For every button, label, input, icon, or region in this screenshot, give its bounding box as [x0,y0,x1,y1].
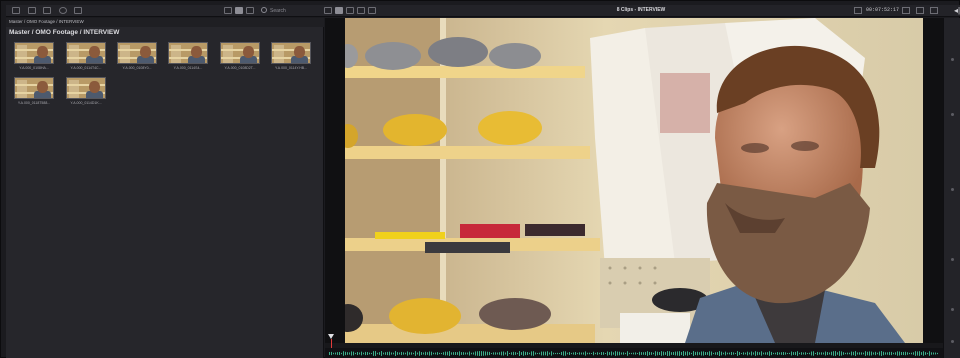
meter-dot [951,340,954,343]
list-view-toggle-icon[interactable] [246,7,254,14]
viewer[interactable] [325,18,943,343]
clip-label: Y.A.000_0114T4C... [70,66,102,70]
sort-icon[interactable] [74,7,82,14]
video-frame [345,18,923,343]
meter-dot [951,258,954,261]
list-view-icon[interactable] [28,7,36,14]
dual-viewer-icon[interactable] [346,7,354,14]
metadata-icon[interactable] [12,7,20,14]
clip-preview [271,42,311,64]
clip-label: Y.A.000_0114S4... [173,66,203,70]
clip-label: Y.A.000_0108D2T... [224,66,256,70]
search-icon[interactable] [261,7,267,13]
audio-meter-icon[interactable]: ◂| [952,6,960,16]
options-icon[interactable] [59,7,67,14]
viewer-title: 8 Clips - INTERVIEW [616,7,666,13]
timecode-options-icon[interactable] [902,7,910,14]
meter-dot [951,58,954,61]
viewer-toggle-icon[interactable] [324,7,332,14]
audio-meter-panel [943,18,960,358]
clip-label: Y.A.000_0108Y0... [122,66,152,70]
clip-thumbnail[interactable]: Y.A.000_0114T4C... [66,42,106,74]
clip-thumbnail[interactable]: Y.A.000_0108HA... [14,42,54,74]
clip-preview [14,77,54,99]
meter-dot [951,308,954,311]
split-view-icon[interactable] [930,7,938,14]
audio-waveform[interactable] [325,348,943,358]
clip-label: Y.A.000_0118T588... [17,101,51,105]
meter-dot [951,188,954,191]
breadcrumb-bar: Master / OMO Footage / INTERVIEW [6,18,324,27]
single-viewer-icon[interactable] [335,7,343,14]
thumbnail-view-icon[interactable] [43,7,51,14]
clip-thumbnail[interactable]: Y.A.000_0108Y0... [117,42,157,74]
meter-dot [951,113,954,116]
clip-thumbnail[interactable]: Y.A.000_0114Y.HB... [271,42,311,74]
clip-preview [168,42,208,64]
davinci-resolve-media-page: 8 Clips - INTERVIEW 00:07:52:17 ◂| Maste… [0,0,960,358]
clip-label: Y.A.000_0114D1K... [70,101,102,105]
clip-thumbnail[interactable]: Y.A.000_0114D1K... [66,77,106,109]
clip-preview [14,42,54,64]
thumbnail-view-active-icon[interactable] [235,7,243,14]
clip-thumbnail[interactable]: Y.A.000_0114S4... [168,42,208,74]
zoom-icon[interactable] [368,7,376,14]
timecode: 00:07:52:17 [866,7,900,13]
clip-label: Y.A.000_0114Y.HB... [274,66,308,70]
breadcrumb[interactable]: Master / OMO Footage / INTERVIEW [9,29,119,36]
breadcrumb-path[interactable]: Master / OMO Footage / INTERVIEW [9,19,84,24]
clip-preview [66,77,106,99]
clip-preview [117,42,157,64]
clip-preview [220,42,260,64]
clip-thumbnail[interactable]: Y.A.000_0108D2T... [220,42,260,74]
media-pool: Master / OMO Footage / INTERVIEW Master … [6,18,324,358]
clock-icon [854,7,862,14]
search-input[interactable] [270,6,322,15]
clip-preview [66,42,106,64]
panel-toggle-icon[interactable] [224,7,232,14]
clip-label: Y.A.000_0108HA... [19,66,49,70]
audio-panel-icon[interactable] [357,7,365,14]
clip-thumbnail[interactable]: Y.A.000_0118T588... [14,77,54,109]
frame-icon[interactable] [916,7,924,14]
top-toolbar: 8 Clips - INTERVIEW 00:07:52:17 ◂| [6,5,960,17]
